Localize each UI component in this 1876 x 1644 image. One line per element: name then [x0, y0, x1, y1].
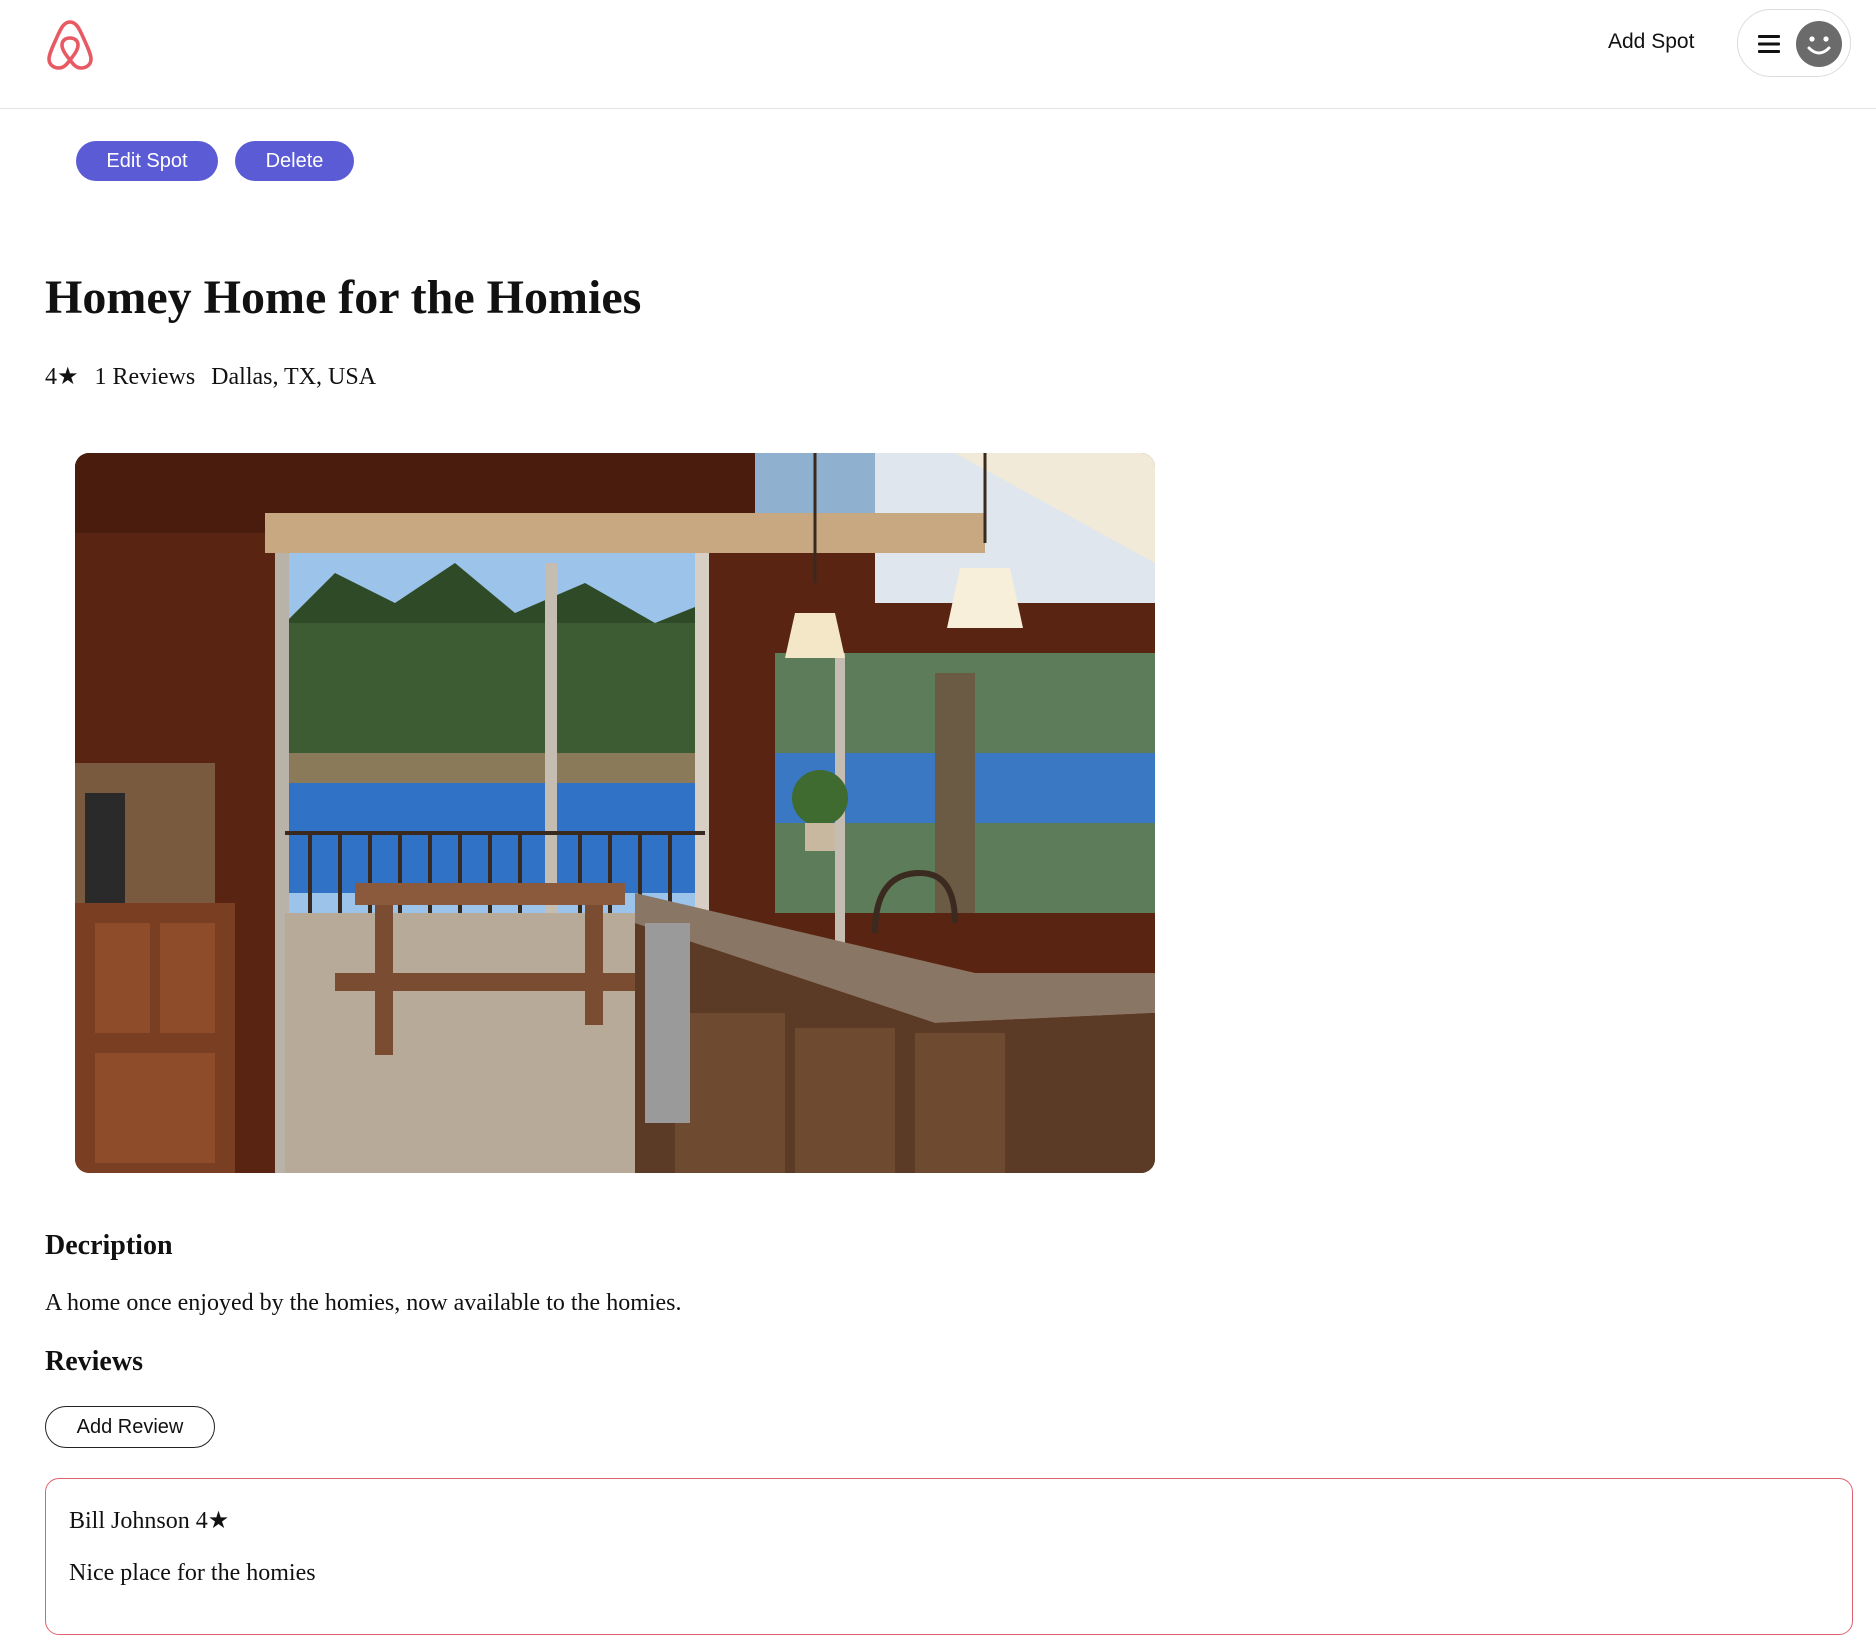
add-review-button[interactable]: Add Review	[45, 1406, 215, 1448]
hamburger-menu-icon	[1758, 35, 1780, 53]
smiley-avatar-icon	[1796, 21, 1842, 67]
spot-rating: 4★	[45, 364, 79, 390]
spot-title: Homey Home for the Homies	[45, 271, 642, 324]
top-nav: Add Spot	[0, 0, 1876, 109]
spot-photo	[75, 453, 1155, 1173]
review-card: Bill Johnson 4★ Nice place for the homie…	[45, 1478, 1853, 1635]
spot-meta: 4★ 1 Reviews Dallas, TX, USA	[45, 362, 376, 391]
add-spot-link[interactable]: Add Spot	[1608, 30, 1694, 54]
delete-spot-button[interactable]: Delete	[235, 141, 354, 181]
reviews-heading: Reviews	[45, 1346, 143, 1377]
description-text: A home once enjoyed by the homies, now a…	[45, 1290, 682, 1316]
description-heading: Decription	[45, 1230, 173, 1261]
user-menu-button[interactable]	[1737, 9, 1851, 77]
spot-location: Dallas, TX, USA	[211, 364, 377, 390]
airbnb-logo-icon[interactable]	[44, 16, 96, 72]
review-count-link[interactable]: 1 Reviews	[95, 364, 196, 391]
kitchen-lake-view-photo	[75, 453, 1155, 1173]
review-text: Nice place for the homies	[69, 1560, 316, 1586]
review-author-rating: Bill Johnson 4★	[69, 1508, 230, 1534]
edit-spot-button[interactable]: Edit Spot	[76, 141, 218, 181]
